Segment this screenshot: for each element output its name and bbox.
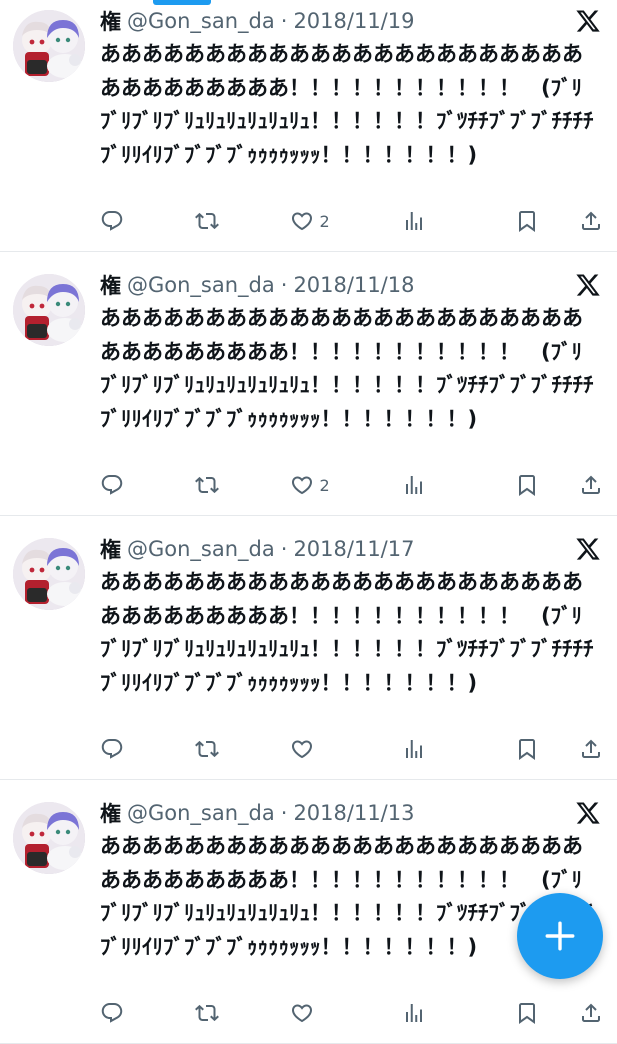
tweet-text: ああああああああああああああああああああああああああああああああ！！！！！！！！…: [100, 42, 594, 167]
tweet-date[interactable]: 2018/11/17: [293, 537, 414, 561]
x-logo-icon: [575, 272, 601, 298]
avatar[interactable]: [13, 10, 85, 82]
like-count: 2: [319, 475, 330, 495]
x-logo-icon: [575, 536, 601, 562]
retweet-icon: [194, 473, 219, 497]
tweet-secondary-actions: [515, 473, 603, 497]
bookmark-icon[interactable]: [515, 473, 539, 497]
reply-button[interactable]: [100, 473, 124, 497]
views-icon: [402, 737, 426, 761]
tweet-actions: 2: [100, 206, 603, 236]
x-logo-icon: [575, 800, 601, 826]
x-logo-icon: [575, 8, 601, 34]
reply-button[interactable]: [100, 737, 124, 761]
share-icon[interactable]: [579, 473, 603, 497]
tweet-header: 権 @Gon_san_da · 2018/11/19: [100, 6, 557, 36]
tweet-secondary-actions: [515, 1001, 603, 1025]
retweet-button[interactable]: [194, 209, 219, 233]
tweet-secondary-actions: [515, 209, 603, 233]
share-icon[interactable]: [579, 1001, 603, 1025]
separator-dot: ·: [280, 801, 288, 825]
views-button[interactable]: [402, 209, 444, 233]
reply-icon: [100, 209, 124, 233]
views-button[interactable]: [402, 1001, 444, 1025]
tweet-date[interactable]: 2018/11/13: [293, 801, 414, 825]
tweet-date[interactable]: 2018/11/18: [293, 273, 414, 297]
like-button[interactable]: [290, 1001, 332, 1025]
bookmark-icon[interactable]: [515, 737, 539, 761]
like-button[interactable]: [290, 737, 332, 761]
reply-button[interactable]: [100, 1001, 124, 1025]
views-button[interactable]: [402, 737, 444, 761]
heart-icon: [290, 737, 314, 761]
reply-button[interactable]: [100, 209, 124, 233]
reply-icon: [100, 737, 124, 761]
share-icon[interactable]: [579, 209, 603, 233]
avatar[interactable]: [13, 538, 85, 610]
handle[interactable]: @Gon_san_da: [127, 273, 275, 297]
like-button[interactable]: 2: [290, 473, 332, 497]
plus-icon: [545, 921, 575, 951]
retweet-icon: [194, 1001, 219, 1025]
separator-dot: ·: [280, 273, 288, 297]
views-icon: [402, 1001, 426, 1025]
heart-icon: [290, 1001, 314, 1025]
retweet-button[interactable]: [194, 1001, 219, 1025]
retweet-button[interactable]: [194, 737, 219, 761]
display-name[interactable]: 権: [100, 6, 121, 36]
handle[interactable]: @Gon_san_da: [127, 801, 275, 825]
tweet-actions: [100, 998, 603, 1028]
tweet-item[interactable]: 権 @Gon_san_da · 2018/11/17 あああああああああああああ…: [0, 516, 617, 780]
avatar[interactable]: [13, 274, 85, 346]
avatar[interactable]: [13, 802, 85, 874]
tweet-actions: [100, 734, 603, 764]
tweet-text: ああああああああああああああああああああああああああああああああ！！！！！！！！…: [100, 306, 594, 431]
display-name[interactable]: 権: [100, 270, 121, 300]
reply-icon: [100, 473, 124, 497]
share-icon[interactable]: [579, 737, 603, 761]
retweet-button[interactable]: [194, 473, 219, 497]
tweet-header: 権 @Gon_san_da · 2018/11/17: [100, 534, 557, 564]
tweet-item[interactable]: 権 @Gon_san_da · 2018/11/18 あああああああああああああ…: [0, 252, 617, 516]
heart-icon: [290, 473, 314, 497]
separator-dot: ·: [280, 537, 288, 561]
like-button[interactable]: 2: [290, 209, 332, 233]
reply-icon: [100, 1001, 124, 1025]
views-icon: [402, 473, 426, 497]
display-name[interactable]: 権: [100, 534, 121, 564]
handle[interactable]: @Gon_san_da: [127, 9, 275, 33]
like-count: 2: [319, 211, 330, 231]
handle[interactable]: @Gon_san_da: [127, 537, 275, 561]
bookmark-icon[interactable]: [515, 1001, 539, 1025]
compose-button[interactable]: [517, 893, 603, 979]
tweet-actions: 2: [100, 470, 603, 500]
display-name[interactable]: 権: [100, 798, 121, 828]
heart-icon: [290, 209, 314, 233]
tweet-header: 権 @Gon_san_da · 2018/11/13: [100, 798, 557, 828]
retweet-icon: [194, 737, 219, 761]
separator-dot: ·: [280, 9, 288, 33]
tweet-item[interactable]: 権 @Gon_san_da · 2018/11/19 あああああああああああああ…: [0, 0, 617, 252]
tweet-secondary-actions: [515, 737, 603, 761]
tweet-date[interactable]: 2018/11/19: [293, 9, 414, 33]
views-icon: [402, 209, 426, 233]
tweet-text: ああああああああああああああああああああああああああああああああ！！！！！！！！…: [100, 570, 594, 695]
retweet-icon: [194, 209, 219, 233]
bookmark-icon[interactable]: [515, 209, 539, 233]
views-button[interactable]: [402, 473, 444, 497]
tweet-header: 権 @Gon_san_da · 2018/11/18: [100, 270, 557, 300]
